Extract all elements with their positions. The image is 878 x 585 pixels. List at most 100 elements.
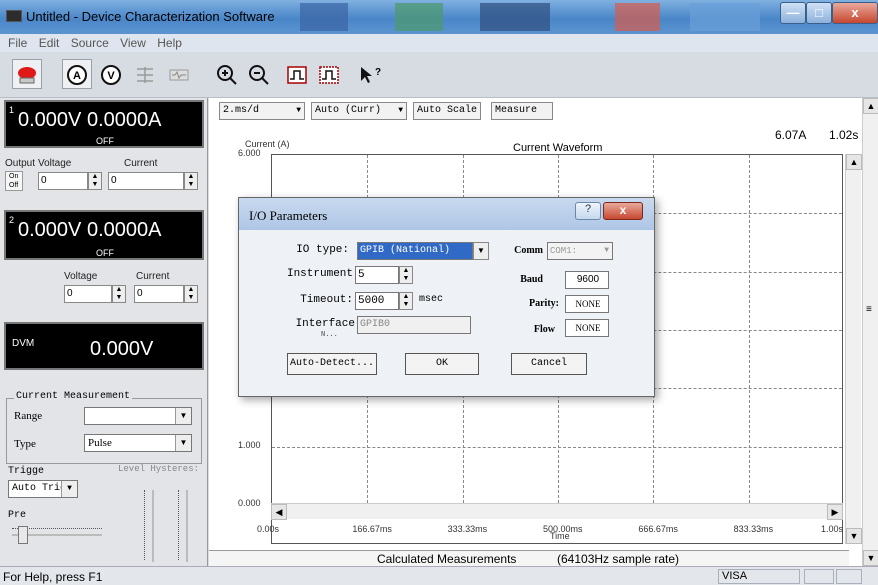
plot-horizontal-scrollbar[interactable]: ◀ ▶ <box>271 503 843 520</box>
channel2-current-stepper[interactable]: ▲ ▼ <box>184 285 198 303</box>
channel1-voltage-input[interactable]: 0 <box>38 172 88 190</box>
x-axis-label: Time <box>550 531 570 541</box>
source-panel: 1 0.000V 0.0000A OFF Output On Off Volta… <box>0 98 208 566</box>
channel1-current-input[interactable]: 0 <box>108 172 184 190</box>
stop-icon[interactable] <box>12 59 42 89</box>
auto-scale-button[interactable]: Auto Scale <box>413 102 481 120</box>
channel2-voltage-stepper[interactable]: ▲ ▼ <box>112 285 126 303</box>
parity-input[interactable]: NONE <box>565 295 609 313</box>
minimize-button[interactable]: — <box>780 2 806 24</box>
ammeter-icon[interactable]: A <box>62 59 92 89</box>
channel1-voltage-stepper[interactable]: ▲ ▼ <box>88 172 102 190</box>
timeout-input[interactable]: 5000 <box>355 292 399 310</box>
output-label: Output <box>5 158 36 169</box>
channel2-readout: 0.000V 0.0000A <box>18 219 162 241</box>
y-tick-label: 1.000 <box>238 439 261 450</box>
status-bar: For Help, press F1 VISA <box>0 566 878 585</box>
flow-label: Flow <box>533 324 555 335</box>
pre-trigger-thumb[interactable] <box>18 526 28 544</box>
instrument-input[interactable]: 5 <box>355 266 399 284</box>
voltmeter-icon[interactable]: V <box>96 59 126 89</box>
io-type-value: GPIB (National) <box>360 245 451 256</box>
channel1-current-stepper[interactable]: ▲ ▼ <box>184 172 198 190</box>
scroll-grip-icon[interactable]: ≡ <box>866 304 872 315</box>
comm-value: COM1: <box>550 246 578 256</box>
grid-line-vertical <box>748 155 750 503</box>
menu-bar: File Edit Source View Help <box>0 34 878 52</box>
scroll-down-icon[interactable]: ▼ <box>863 550 878 566</box>
timebase-select[interactable]: 2.ms/d ▼ <box>219 102 305 120</box>
comm-label: Comm <box>514 245 543 256</box>
dialog-close-button[interactable]: x <box>603 202 643 220</box>
dvm-readout: 0.000V <box>90 338 154 360</box>
menu-help[interactable]: Help <box>157 34 182 52</box>
help-cursor-icon[interactable]: ? <box>354 59 384 89</box>
scroll-down-icon[interactable]: ▼ <box>846 528 862 544</box>
zoom-in-icon[interactable] <box>212 59 242 89</box>
instrument-label: Instrument <box>286 268 353 280</box>
trigger-select[interactable]: Auto Trig ▼ <box>8 480 78 498</box>
chevron-down-icon[interactable]: ▼ <box>473 242 489 260</box>
x-tick-label: 666.67ms <box>638 524 678 534</box>
scroll-up-icon[interactable]: ▲ <box>846 154 862 170</box>
channel2-current-input[interactable]: 0 <box>134 285 184 303</box>
menu-source[interactable]: Source <box>71 34 109 52</box>
chevron-down-icon: ▼ <box>61 481 77 497</box>
type-select[interactable]: Pulse ▼ <box>84 434 192 452</box>
channel2-voltage-input[interactable]: 0 <box>64 285 112 303</box>
maximize-button[interactable]: □ <box>806 2 832 24</box>
timeout-unit: msec <box>419 294 444 305</box>
menu-file[interactable]: File <box>8 34 27 52</box>
dialog-help-button[interactable]: ? <box>575 202 601 220</box>
timeout-stepper[interactable]: ▲ ▼ <box>399 292 413 310</box>
scroll-left-icon[interactable]: ◀ <box>271 504 287 520</box>
x-tick-label: 166.67ms <box>352 524 392 534</box>
hysteresis-slider[interactable] <box>186 490 188 562</box>
title-bar: Untitled - Device Characterization Softw… <box>0 0 878 34</box>
dvm-label: DVM <box>12 338 35 349</box>
measure-button[interactable]: Measure <box>491 102 553 120</box>
current-measurement-label: Current Measurement <box>14 391 133 402</box>
scroll-up-icon[interactable]: ▲ <box>863 98 878 114</box>
output-toggle[interactable]: On Off <box>5 171 23 191</box>
chart-title: Current Waveform <box>513 142 603 154</box>
trigger-label: Trigge <box>8 466 45 477</box>
cancel-button[interactable]: Cancel <box>511 353 587 375</box>
taskbar-decoration <box>300 3 348 31</box>
zoom-out-icon[interactable] <box>244 59 274 89</box>
scroll-right-icon[interactable]: ▶ <box>827 504 843 520</box>
current-readout: 6.07A <box>775 128 807 142</box>
close-button[interactable]: x <box>832 2 878 24</box>
level-slider[interactable] <box>152 490 154 562</box>
io-type-select[interactable]: GPIB (National) <box>357 242 473 260</box>
taskbar-decoration <box>480 3 550 31</box>
instrument-stepper[interactable]: ▲ ▼ <box>399 266 413 284</box>
comm-select: COM1: ▼ <box>547 242 613 260</box>
output-off-label: Off <box>9 182 19 189</box>
menu-edit[interactable]: Edit <box>39 34 60 52</box>
window-vertical-scrollbar[interactable]: ▲ ≡ ▼ <box>862 98 878 566</box>
pulse-dashed-icon[interactable] <box>314 59 344 89</box>
waveform-icon[interactable] <box>164 59 194 89</box>
baud-label: Baud <box>520 274 543 285</box>
y-tick-label: 6.000 <box>238 148 261 158</box>
ok-button[interactable]: OK <box>405 353 479 375</box>
menu-view[interactable]: View <box>120 34 146 52</box>
scale-mode-value: Auto (Curr) <box>315 105 382 116</box>
channel2-current-label: Current <box>136 271 170 282</box>
baud-input[interactable]: 9600 <box>565 271 609 289</box>
chevron-down-icon: ▼ <box>175 435 191 451</box>
pulse-icon[interactable] <box>282 59 312 89</box>
scale-mode-select[interactable]: Auto (Curr) ▼ <box>311 102 407 120</box>
pre-label: Pre <box>8 510 27 521</box>
time-readout: 1.02s <box>829 128 859 142</box>
auto-detect-button[interactable]: Auto-Detect... <box>287 353 377 375</box>
timebase-value: 2.ms/d <box>223 105 260 116</box>
plot-vertical-scrollbar[interactable]: ▲ ▼ <box>845 154 862 544</box>
signal-icon[interactable] <box>130 59 160 89</box>
flow-input[interactable]: NONE <box>565 319 609 337</box>
x-tick-label: 1.00s <box>821 524 844 534</box>
interface-label: Interface <box>295 318 355 330</box>
range-select[interactable]: ▼ <box>84 407 192 425</box>
dialog-title: I/O Parameters <box>249 208 328 223</box>
